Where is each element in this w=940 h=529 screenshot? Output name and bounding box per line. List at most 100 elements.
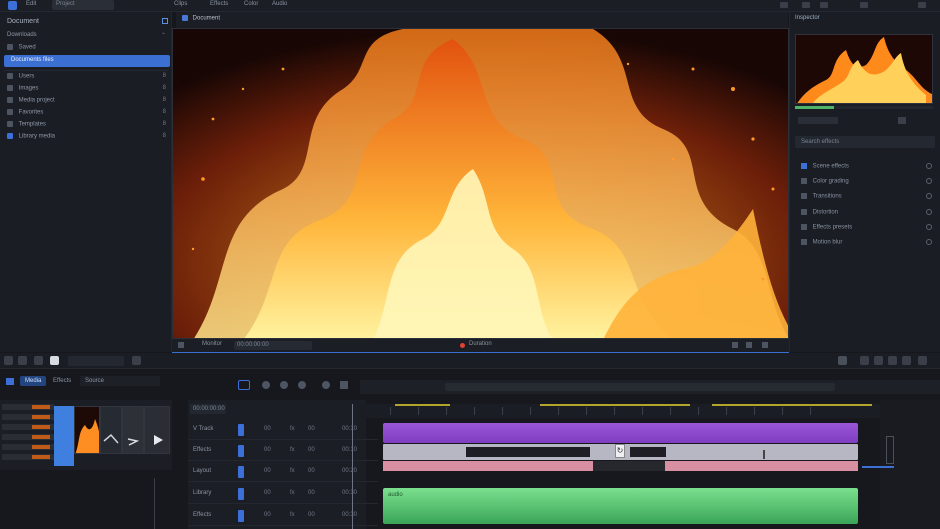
checkbox-icon[interactable] <box>162 18 168 24</box>
menu-color[interactable]: Color <box>244 1 258 7</box>
radio-icon[interactable] <box>926 209 932 215</box>
video-clip[interactable] <box>383 423 858 443</box>
list-item[interactable] <box>2 444 54 450</box>
radio-icon[interactable] <box>926 178 932 184</box>
grid-icon[interactable] <box>4 356 13 365</box>
media-icon[interactable] <box>6 378 14 385</box>
effect-item[interactable]: Scene effects <box>795 160 935 173</box>
track-target-icon[interactable] <box>238 510 244 522</box>
folder-item[interactable]: Downloads ⌃ <box>0 30 172 42</box>
video-preview[interactable] <box>172 28 789 339</box>
track-target-icon[interactable] <box>238 488 244 500</box>
zoom-slider[interactable] <box>886 436 894 464</box>
settings-icon[interactable] <box>838 356 847 365</box>
timeline-timecode-input[interactable] <box>68 356 124 366</box>
view-options-icon[interactable] <box>762 342 768 348</box>
view-icon[interactable] <box>888 356 897 365</box>
menu-audio[interactable]: Audio <box>272 1 287 7</box>
view-icon[interactable] <box>902 356 911 365</box>
cloud-icon[interactable] <box>18 356 27 365</box>
folder-item[interactable]: Images 8 <box>0 83 172 95</box>
clip-image <box>123 407 143 453</box>
radio-icon[interactable] <box>926 239 932 245</box>
audio-clip-label: audio <box>388 492 403 498</box>
view-icon[interactable] <box>874 356 883 365</box>
timecode-field[interactable]: 00:00:00:00 <box>234 341 312 350</box>
track-row[interactable]: Effects 00 fx 00 00:30 <box>188 506 378 526</box>
crosshair-icon[interactable] <box>340 381 348 389</box>
effect-preview-thumbnail[interactable] <box>795 34 933 104</box>
tab-effects[interactable]: Effects <box>48 376 76 386</box>
folder-item-selected[interactable]: Documents files <box>4 55 170 67</box>
effect-item[interactable]: Color grading <box>795 175 935 188</box>
playhead-icon[interactable]: ↻ <box>615 444 625 458</box>
toggle-icon[interactable] <box>898 117 906 124</box>
time-ruler[interactable] <box>360 404 880 418</box>
window-control-icon[interactable] <box>918 2 926 8</box>
record-icon[interactable] <box>460 343 465 348</box>
clip-thumbnail[interactable] <box>144 406 170 454</box>
audio-clip[interactable]: audio <box>383 488 858 524</box>
track-timecode[interactable]: 00:00:00:00 <box>190 404 226 414</box>
folder-item[interactable]: Saved <box>0 42 172 54</box>
effects-search-input[interactable]: Search effects <box>795 136 935 148</box>
play-icon[interactable] <box>132 356 141 365</box>
tab-media[interactable]: Media <box>20 376 47 386</box>
timeline-scrubber[interactable] <box>445 383 835 391</box>
effect-item[interactable]: Transitions <box>795 190 935 203</box>
playhead-line[interactable] <box>352 404 353 529</box>
track-target-icon[interactable] <box>238 424 244 436</box>
effect-item[interactable]: Effects presets <box>795 221 935 234</box>
list-item[interactable] <box>2 404 54 410</box>
window-control-icon[interactable] <box>860 2 868 8</box>
folder-item[interactable]: Favorites 8 <box>0 107 172 119</box>
tool-icon[interactable] <box>280 381 288 389</box>
tool-icon[interactable] <box>262 381 270 389</box>
tool-icon[interactable] <box>322 381 330 389</box>
list-item[interactable] <box>2 454 54 460</box>
folder-count: ⌃ <box>160 33 166 39</box>
view-icon[interactable] <box>918 356 927 365</box>
zoom-icon[interactable] <box>746 342 752 348</box>
view-icon[interactable] <box>860 356 869 365</box>
chevron-down-icon[interactable] <box>34 356 43 365</box>
menu-edit[interactable]: Edit <box>26 1 36 7</box>
list-item[interactable] <box>2 414 54 420</box>
clip-thumbnail[interactable] <box>122 406 144 454</box>
radio-icon[interactable] <box>926 163 932 169</box>
effect-item[interactable]: Distortion <box>795 206 935 219</box>
radio-icon[interactable] <box>926 193 932 199</box>
selected-clip-highlight[interactable] <box>54 406 74 466</box>
selection-tool-icon[interactable] <box>238 380 250 390</box>
window-control-icon[interactable] <box>820 2 828 8</box>
window-control-icon[interactable] <box>802 2 810 8</box>
viewer-tab[interactable]: Document <box>182 15 220 22</box>
settings-icon[interactable] <box>178 342 184 348</box>
folder-item[interactable]: Media project 8 <box>0 95 172 107</box>
track-target-icon[interactable] <box>238 445 244 457</box>
effect-item[interactable]: Motion blur <box>795 236 935 249</box>
tab-source[interactable]: Source <box>80 376 160 386</box>
track-row[interactable]: Library 00 fx 00 00:30 <box>188 484 378 504</box>
track-row[interactable]: V Track 00 fx 00 00:10 <box>188 420 378 440</box>
folder-item[interactable]: Users 8 <box>0 71 172 83</box>
track-target-icon[interactable] <box>238 466 244 478</box>
folder-item[interactable]: Library media 8 <box>0 131 172 143</box>
project-selector[interactable]: Project <box>52 0 114 10</box>
track-row[interactable]: Effects 00 fx 00 00:10 <box>188 441 378 461</box>
track-row[interactable]: Layout 00 fx 00 00:20 <box>188 462 378 482</box>
menu-effects[interactable]: Effects <box>210 1 228 7</box>
folder-item[interactable]: Templates 8 <box>0 119 172 131</box>
document-icon[interactable] <box>50 356 59 365</box>
clip-thumbnail[interactable] <box>74 406 100 454</box>
radio-icon[interactable] <box>926 224 932 230</box>
window-control-icon[interactable] <box>780 2 788 8</box>
list-item[interactable] <box>2 424 54 430</box>
track-value: 00 <box>308 468 315 474</box>
folder-label: Downloads <box>7 32 37 38</box>
list-item[interactable] <box>2 434 54 440</box>
tool-icon[interactable] <box>298 381 306 389</box>
clip-thumbnail[interactable] <box>100 406 122 454</box>
menu-clips[interactable]: Clips <box>174 1 187 7</box>
fullscreen-icon[interactable] <box>732 342 738 348</box>
